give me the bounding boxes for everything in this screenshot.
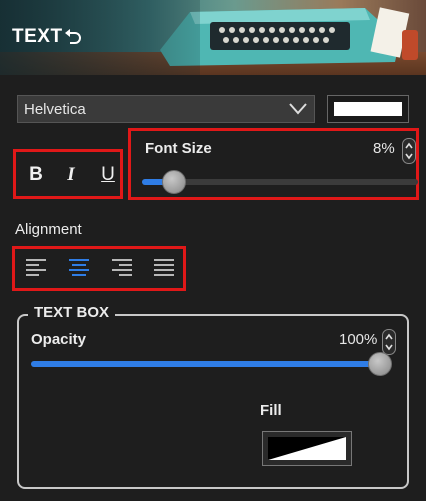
font-color-preview bbox=[334, 102, 402, 116]
align-center-button[interactable] bbox=[67, 257, 91, 279]
opacity-slider-track[interactable] bbox=[31, 361, 385, 367]
font-size-label: Font Size bbox=[145, 140, 212, 157]
bold-button[interactable]: B bbox=[22, 160, 50, 190]
fill-label: Fill bbox=[260, 402, 282, 419]
align-right-button[interactable] bbox=[110, 257, 134, 279]
font-size-stepper[interactable] bbox=[402, 138, 416, 164]
fill-color-preview bbox=[268, 437, 346, 460]
underline-button[interactable]: U bbox=[94, 160, 122, 190]
align-justify-button[interactable] bbox=[152, 257, 176, 279]
chevron-down-icon bbox=[289, 103, 307, 115]
opacity-slider-knob[interactable] bbox=[368, 352, 392, 376]
opacity-stepper[interactable] bbox=[382, 329, 396, 355]
opacity-label: Opacity bbox=[31, 331, 87, 348]
opacity-slider-fill bbox=[31, 361, 380, 367]
alignment-label: Alignment bbox=[15, 221, 82, 238]
font-size-slider-knob[interactable] bbox=[161, 170, 186, 194]
font-family-select[interactable]: Helvetica bbox=[17, 95, 315, 123]
italic-button[interactable]: I bbox=[57, 160, 85, 190]
font-color-swatch[interactable] bbox=[327, 95, 409, 123]
font-size-value: 8% bbox=[373, 140, 395, 157]
opacity-value: 100% bbox=[339, 331, 378, 348]
undo-icon[interactable] bbox=[62, 26, 84, 48]
font-family-value: Helvetica bbox=[24, 101, 86, 118]
text-box-legend: TEXT BOX bbox=[28, 304, 116, 321]
align-left-button[interactable] bbox=[24, 257, 48, 279]
fill-color-swatch[interactable] bbox=[262, 431, 352, 466]
panel-header: TEXT bbox=[0, 0, 426, 75]
panel-title: TEXT bbox=[12, 26, 63, 47]
